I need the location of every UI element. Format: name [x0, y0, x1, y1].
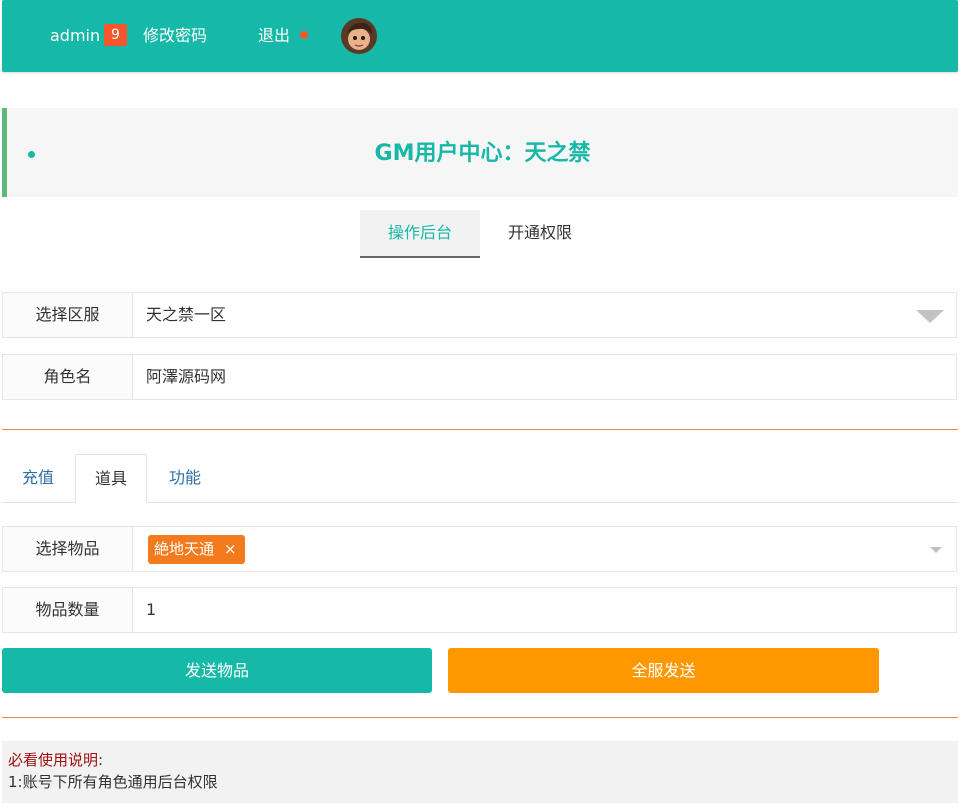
usage-notes: 必看使用说明: 1:账号下所有角色通用后台权限: [2, 741, 958, 803]
page-title-banner: GM用户中心：天之禁: [2, 108, 958, 197]
remove-tag-icon[interactable]: ×: [224, 540, 237, 558]
avatar[interactable]: [341, 18, 377, 54]
server-select-label: 选择区服: [3, 293, 133, 337]
item-quantity-row: 物品数量 1: [2, 587, 957, 633]
send-item-button[interactable]: 发送物品: [2, 648, 432, 693]
change-password-link[interactable]: 修改密码: [143, 24, 207, 48]
username-link[interactable]: admin: [50, 24, 100, 48]
section-divider: [2, 429, 958, 430]
send-all-servers-button[interactable]: 全服发送: [448, 648, 879, 693]
item-select-row: 选择物品 絶地天通 ×: [2, 526, 957, 572]
tab-recharge[interactable]: 充值: [2, 454, 74, 503]
dropdown-arrow-icon[interactable]: [916, 310, 944, 323]
role-name-input[interactable]: 阿澤源码网: [146, 355, 226, 399]
tab-functions[interactable]: 功能: [149, 454, 221, 503]
role-name-row: 角色名 阿澤源码网: [2, 354, 957, 400]
item-quantity-input[interactable]: 1: [146, 588, 156, 632]
notes-line: 1:账号下所有角色通用后台权限: [8, 773, 218, 791]
server-select[interactable]: 天之禁一区: [146, 293, 226, 337]
section-divider: [2, 717, 958, 718]
role-name-label: 角色名: [3, 355, 133, 399]
tab-grant-permission[interactable]: 开通权限: [480, 210, 600, 258]
logout-link[interactable]: 退出: [258, 24, 290, 48]
item-quantity-label: 物品数量: [3, 588, 133, 632]
tab-items[interactable]: 道具: [75, 454, 147, 503]
selected-item-tag[interactable]: 絶地天通 ×: [148, 535, 245, 564]
notes-title: 必看使用说明: [8, 751, 99, 769]
notes-title-colon: :: [98, 751, 104, 769]
logout-dot-indicator: [300, 31, 308, 39]
selected-item-tag-label: 絶地天通: [154, 540, 215, 558]
tab-operation-backend[interactable]: 操作后台: [360, 210, 480, 258]
item-select-label: 选择物品: [3, 527, 133, 571]
dropdown-arrow-icon[interactable]: [930, 547, 942, 553]
top-nav-bar: admin 9 修改密码 退出: [2, 0, 958, 72]
avatar-image: [341, 18, 377, 54]
notification-badge[interactable]: 9: [104, 24, 127, 46]
page-title: GM用户中心：天之禁: [374, 141, 591, 166]
server-select-row: 选择区服 天之禁一区: [2, 292, 957, 338]
